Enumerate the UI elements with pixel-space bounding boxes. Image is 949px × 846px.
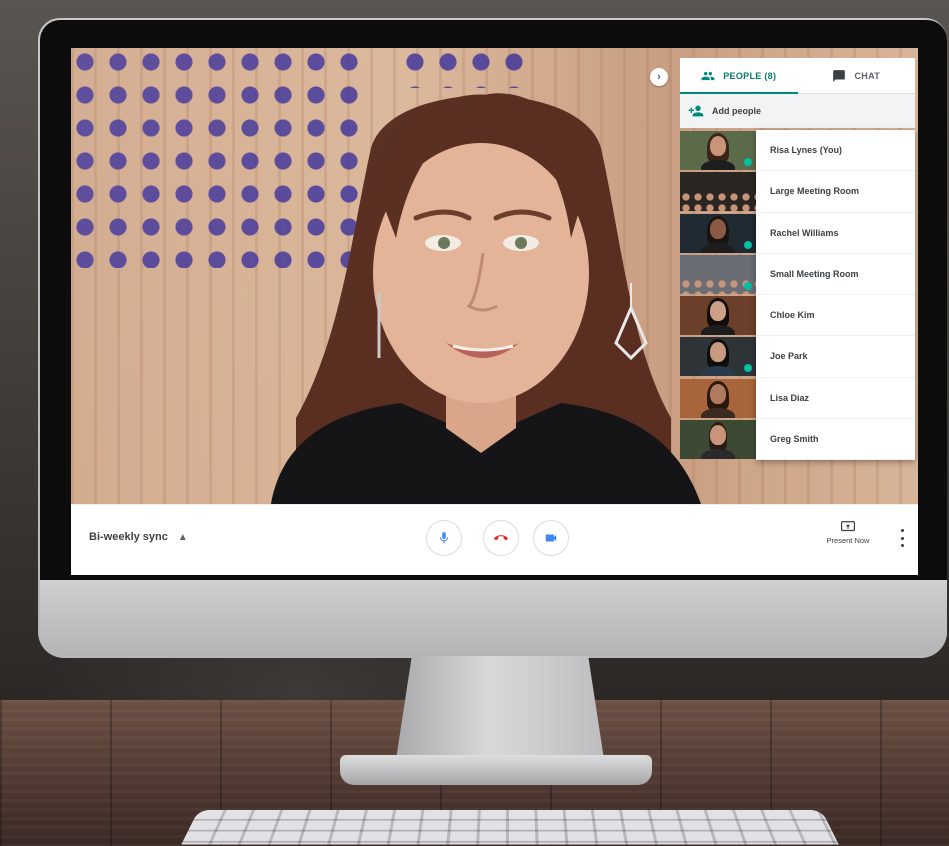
participant-thumbnail (680, 296, 756, 336)
camera-icon (545, 534, 557, 542)
monitor-stand-base (340, 755, 652, 785)
participant-thumbnail (680, 378, 756, 418)
panel-tabs: PEOPLE (8) CHAT (680, 58, 915, 94)
speaker-video (271, 93, 701, 504)
participant-name: Large Meeting Room (756, 171, 915, 213)
present-now-button[interactable]: Present Now (818, 521, 878, 545)
speaking-indicator-icon (744, 240, 752, 249)
participant-name: Rachel Williams (756, 212, 915, 254)
call-control-bar: Bi-weekly sync ▲ Present Now (71, 504, 918, 575)
add-person-icon (688, 105, 704, 117)
participant-row[interactable]: Chloe Kim (680, 295, 915, 337)
present-now-label: Present Now (826, 536, 870, 545)
tab-people[interactable]: PEOPLE (8) (680, 58, 798, 94)
speaking-indicator-icon (744, 158, 752, 167)
add-people-button[interactable]: Add people (680, 94, 915, 128)
speaking-indicator-icon (744, 281, 752, 290)
keyboard (181, 810, 839, 845)
participant-thumbnail (680, 213, 756, 253)
participant-list: Risa Lynes (You) Large Meeting Room Rach… (680, 130, 915, 460)
participant-thumbnail (680, 172, 756, 212)
speaking-indicator-icon (744, 364, 752, 373)
participant-row[interactable]: Lisa Diaz (680, 377, 915, 419)
participant-name: Small Meeting Room (756, 253, 915, 295)
participant-thumbnail (680, 254, 756, 294)
participant-name: Greg Smith (756, 418, 915, 460)
collapse-panel-button[interactable]: › (650, 68, 668, 86)
participant-name: Joe Park (756, 336, 915, 378)
participant-row[interactable]: Small Meeting Room (680, 253, 915, 295)
participant-name: Risa Lynes (You) (756, 130, 915, 172)
participant-row[interactable]: Risa Lynes (You) (680, 130, 915, 172)
meeting-details-toggle[interactable]: Bi-weekly sync ▲ (89, 531, 188, 543)
more-options-button[interactable] (899, 529, 905, 547)
chat-icon (833, 69, 846, 82)
add-people-label: Add people (712, 106, 761, 116)
participant-row[interactable]: Rachel Williams (680, 212, 915, 254)
present-screen-icon (841, 521, 855, 532)
hang-up-button[interactable] (483, 520, 519, 556)
participant-name: Chloe Kim (756, 295, 915, 337)
meeting-name: Bi-weekly sync (89, 531, 168, 543)
participant-thumbnail (680, 337, 756, 377)
participant-row[interactable]: Large Meeting Room (680, 171, 915, 213)
hang-up-icon (494, 535, 508, 541)
camera-button[interactable] (533, 520, 569, 556)
participant-thumbnail (680, 419, 756, 459)
chevron-up-icon: ▲ (177, 531, 188, 543)
video-call-screen: › PEOPLE (8) CHAT Add people Risa Lynes (71, 48, 918, 575)
microphone-button[interactable] (426, 520, 462, 556)
tab-people-label: PEOPLE (8) (723, 70, 777, 81)
monitor-stand (395, 656, 605, 766)
participant-row[interactable]: Joe Park (680, 336, 915, 378)
people-icon (701, 71, 715, 80)
participant-name: Lisa Diaz (756, 377, 915, 419)
more-vertical-icon (900, 529, 904, 532)
participant-row[interactable]: Greg Smith (680, 418, 915, 460)
microphone-icon (439, 532, 449, 544)
tab-chat[interactable]: CHAT (798, 58, 916, 93)
monitor-chin (40, 580, 947, 656)
people-panel: PEOPLE (8) CHAT Add people Risa Lynes (Y… (680, 58, 915, 460)
tab-chat-label: CHAT (854, 70, 881, 81)
participant-thumbnail (680, 131, 756, 171)
